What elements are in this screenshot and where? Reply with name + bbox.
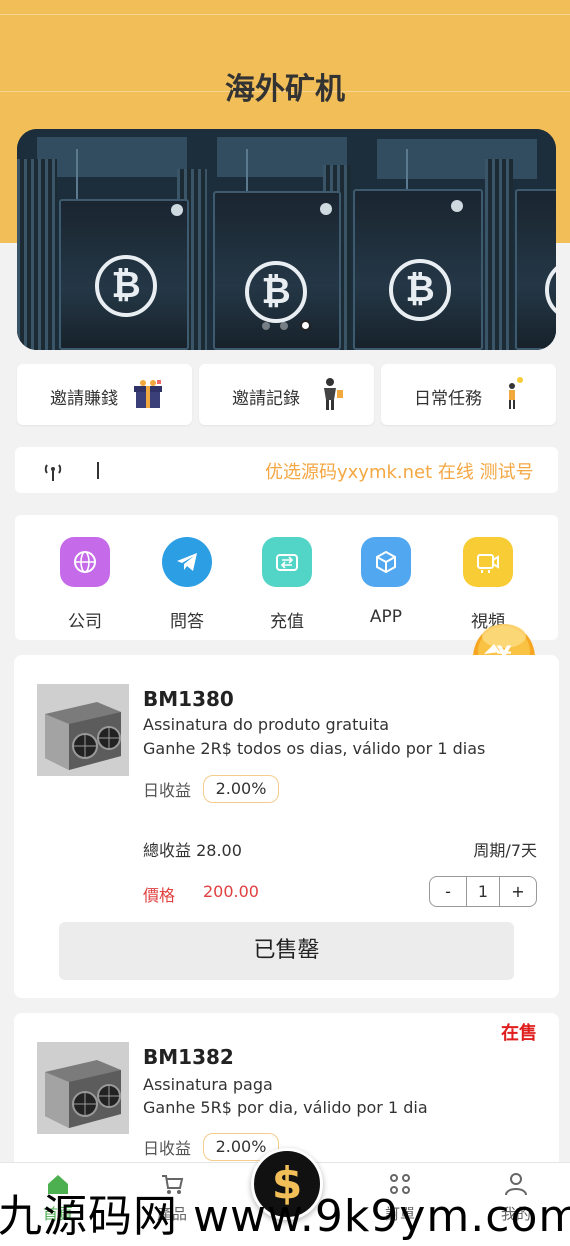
menu-item-label: 問答 bbox=[170, 612, 204, 632]
total-yield-label: 總收益 bbox=[143, 841, 192, 860]
product-name: BM1382 bbox=[143, 1045, 234, 1069]
notice-marquee-text: 优选源码yxymk.net 在线 测试号 bbox=[265, 462, 534, 483]
menu-item-company[interactable]: 公司 bbox=[35, 537, 135, 632]
text-cursor bbox=[97, 462, 99, 479]
price-value: 200.00 bbox=[203, 882, 259, 901]
menu-item-label: APP bbox=[369, 607, 403, 627]
product-desc: Assinatura paga bbox=[143, 1075, 273, 1094]
menu-item-label: 公司 bbox=[68, 612, 102, 632]
quick-action-label: 邀請記錄 bbox=[232, 389, 300, 409]
quantity-increase-button[interactable]: + bbox=[500, 877, 536, 906]
menu-item-app[interactable]: APP bbox=[336, 537, 436, 627]
product-name: BM1380 bbox=[143, 687, 234, 711]
user-icon bbox=[505, 1173, 527, 1196]
carousel-dot[interactable] bbox=[262, 322, 270, 330]
video-icon bbox=[463, 537, 513, 587]
tab-orders[interactable]: 訂單 bbox=[360, 1171, 440, 1224]
product-desc: Assinatura do produto gratuita bbox=[143, 715, 390, 734]
period-text: 周期/7天 bbox=[473, 841, 537, 860]
quantity-stepper: - 1 + bbox=[429, 876, 537, 907]
daily-yield-label: 日收益 bbox=[143, 781, 192, 800]
notice-bar[interactable]: 优选源码yxymk.net 在线 测试号 bbox=[15, 447, 558, 493]
carousel-dot[interactable] bbox=[280, 322, 288, 330]
invite-earn-button[interactable]: 邀請賺錢 bbox=[17, 364, 192, 425]
total-yield: 總收益 28.00 bbox=[143, 837, 242, 861]
price-label: 價格 bbox=[143, 886, 176, 905]
cube-icon bbox=[361, 537, 411, 587]
sold-out-button[interactable]: 已售罄 bbox=[59, 922, 514, 980]
total-yield-value: 28.00 bbox=[196, 841, 242, 860]
product-desc: Ganhe 2R$ todos os dias, válido por 1 di… bbox=[143, 739, 486, 758]
person-figure-icon bbox=[324, 378, 343, 410]
tab-mine[interactable]: 我的 bbox=[476, 1171, 556, 1224]
quick-action-label: 邀請賺錢 bbox=[50, 389, 118, 409]
menu-item-faq[interactable]: 問答 bbox=[137, 537, 237, 632]
wallet-icon bbox=[262, 537, 312, 587]
tab-products[interactable]: 產品 bbox=[132, 1171, 212, 1224]
home-icon bbox=[48, 1175, 68, 1194]
invite-record-button[interactable]: 邀請記錄 bbox=[199, 364, 374, 425]
quick-action-label: 日常任務 bbox=[414, 389, 482, 409]
daily-yield-badge: 2.00% bbox=[203, 775, 279, 803]
page-title: 海外矿机 bbox=[225, 72, 345, 107]
menu-item-recharge[interactable]: 充值 bbox=[237, 537, 337, 632]
tab-label: 我的 bbox=[500, 1205, 531, 1223]
daily-task-button[interactable]: 日常任務 bbox=[381, 364, 556, 425]
gift-box-icon bbox=[134, 380, 162, 408]
status-badge: 在售 bbox=[501, 1023, 537, 1044]
menu-item-label: 充值 bbox=[270, 612, 304, 632]
header-divider bbox=[0, 14, 570, 15]
daily-yield-label: 日收益 bbox=[143, 1139, 192, 1158]
person-lightbulb-icon bbox=[509, 377, 523, 409]
grid-dots-icon bbox=[390, 1174, 410, 1194]
banner-highlights bbox=[171, 200, 463, 216]
quantity-value[interactable]: 1 bbox=[466, 877, 500, 906]
broadcast-icon bbox=[44, 464, 62, 481]
telegram-icon bbox=[162, 537, 212, 587]
quick-actions: 邀請賺錢 邀請記錄 日常任務 bbox=[17, 364, 556, 425]
product-image bbox=[37, 684, 129, 776]
tab-home[interactable]: 首頁 bbox=[18, 1171, 98, 1224]
tab-label: 訂單 bbox=[384, 1205, 415, 1223]
cart-icon bbox=[162, 1175, 184, 1194]
globe-icon bbox=[60, 537, 110, 587]
dollar-icon[interactable]: $ bbox=[251, 1148, 323, 1220]
banner-carousel[interactable]: ₿ ₿ ₿ ₿ bbox=[17, 129, 556, 350]
product-image bbox=[37, 1042, 129, 1134]
quantity-decrease-button[interactable]: - bbox=[430, 877, 466, 906]
tab-label: 產品 bbox=[156, 1205, 187, 1223]
product-card: BM1380 Assinatura do produto gratuita Ga… bbox=[14, 655, 559, 998]
tab-label: 首頁 bbox=[42, 1205, 73, 1223]
product-desc: Ganhe 5R$ por dia, válido por 1 dia bbox=[143, 1098, 428, 1117]
carousel-dot-active[interactable] bbox=[300, 320, 311, 331]
